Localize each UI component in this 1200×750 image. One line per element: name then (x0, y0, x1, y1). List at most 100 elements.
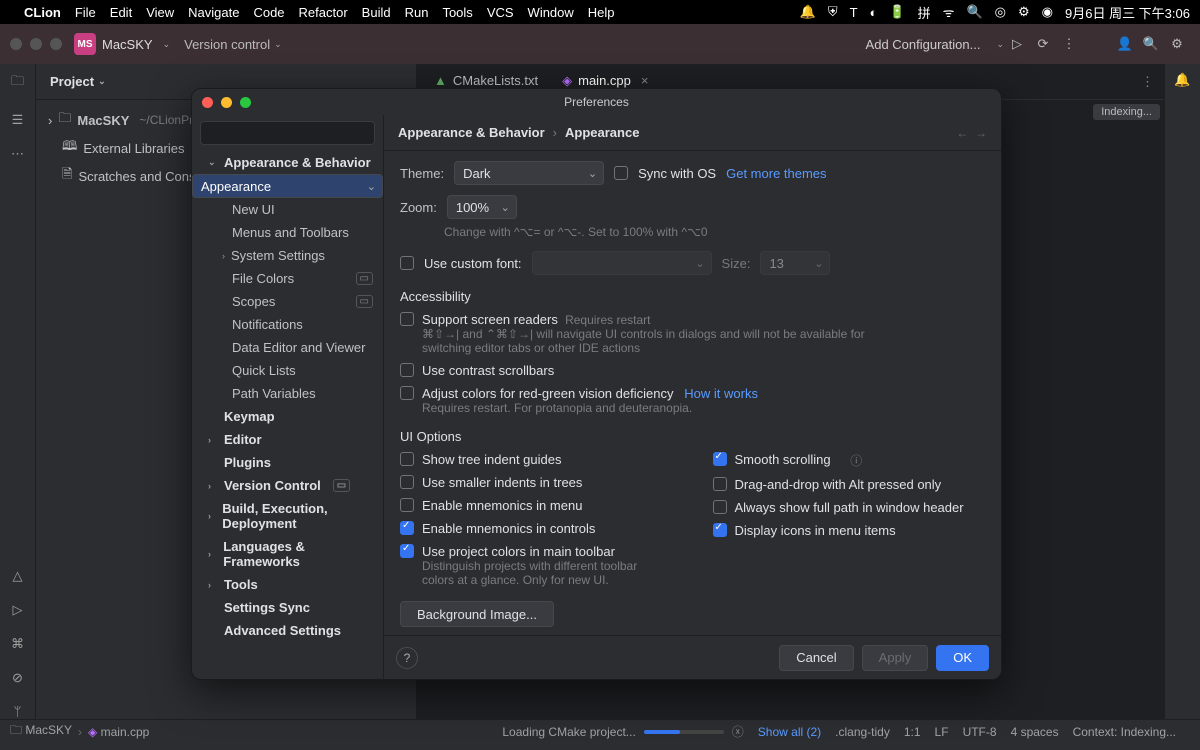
cat-editor[interactable]: ›Editor (192, 428, 383, 451)
dialog-search[interactable] (200, 121, 375, 145)
cat-languages[interactable]: ›Languages & Frameworks (192, 535, 383, 573)
menu-code[interactable]: Code (253, 5, 284, 20)
tray-input-icon[interactable]: 拼 (918, 3, 931, 22)
fullpath-checkbox[interactable] (713, 500, 727, 514)
status-context[interactable]: Context: Indexing... (1073, 725, 1176, 739)
structure-tool-icon[interactable]: ☰ (12, 112, 24, 128)
tree-guides-checkbox[interactable] (400, 452, 414, 466)
apply-button[interactable]: Apply (862, 645, 929, 671)
menubar-clock[interactable]: 9月6日 周三 下午3:06 (1065, 3, 1190, 22)
adjust-colors-checkbox[interactable] (400, 386, 414, 400)
cmake-tool-icon[interactable]: △ (13, 568, 23, 584)
custom-font-checkbox[interactable] (400, 256, 414, 270)
menubar-app[interactable]: CLion (24, 5, 61, 20)
tray-user-icon[interactable]: ◎ (995, 4, 1006, 20)
menu-window[interactable]: Window (528, 5, 574, 20)
sub-menus-toolbars[interactable]: Menus and Toolbars (192, 221, 383, 244)
project-colors-checkbox[interactable] (400, 544, 414, 558)
sub-file-colors[interactable]: File Colors▭ (192, 267, 383, 290)
custom-font-select[interactable] (532, 251, 712, 275)
sync-os-checkbox[interactable] (614, 166, 628, 180)
terminal-tool-icon[interactable]: ⌘ (11, 636, 24, 652)
tray-search-icon[interactable]: 🔍 (966, 4, 982, 20)
smaller-indents-checkbox[interactable] (400, 475, 414, 489)
cancel-button[interactable]: Cancel (779, 645, 853, 671)
project-tool-icon[interactable]: 🗀 (11, 72, 24, 94)
dialog-search-input[interactable] (200, 121, 375, 145)
titlebar-project[interactable]: MacSKY (102, 37, 153, 52)
menu-edit[interactable]: Edit (110, 5, 132, 20)
sub-appearance[interactable]: Appearance (192, 174, 383, 198)
more-icon[interactable]: ⋮ (1056, 36, 1082, 52)
cat-tools[interactable]: ›Tools (192, 573, 383, 596)
menu-vcs[interactable]: VCS (487, 5, 514, 20)
sub-new-ui[interactable]: New UI (192, 198, 383, 221)
tray-moon-icon[interactable]: ◐ (870, 5, 878, 20)
crumb-fwd-icon[interactable]: → (975, 126, 987, 140)
theme-select[interactable]: Dark (454, 161, 604, 185)
cat-settings-sync[interactable]: Settings Sync (192, 596, 383, 619)
status-cancel-icon[interactable]: ⓧ (732, 723, 744, 740)
sub-path-variables[interactable]: Path Variables (192, 382, 383, 405)
tray-battery-icon[interactable]: 🔋 (889, 4, 905, 20)
tray-siri-icon[interactable]: ◉ (1042, 4, 1053, 20)
git-tool-icon[interactable]: ᛘ (14, 704, 22, 719)
help-icon[interactable]: ? (396, 647, 418, 669)
sub-notifications[interactable]: Notifications (192, 313, 383, 336)
menu-tools[interactable]: Tools (442, 5, 472, 20)
cat-appearance-behavior[interactable]: ⌄Appearance & Behavior (192, 151, 383, 174)
menu-run[interactable]: Run (405, 5, 429, 20)
font-size-select[interactable]: 13 (760, 251, 830, 275)
status-show-all[interactable]: Show all (2) (758, 725, 821, 739)
menu-icons-checkbox[interactable] (713, 523, 727, 537)
status-encoding[interactable]: UTF-8 (963, 725, 997, 739)
mnemonics-controls-checkbox[interactable] (400, 521, 414, 535)
run-tool-icon[interactable]: ▷ (13, 602, 23, 618)
status-clang-tidy[interactable]: .clang-tidy (835, 725, 890, 739)
get-more-themes-link[interactable]: Get more themes (726, 166, 826, 181)
status-indent[interactable]: 4 spaces (1011, 725, 1059, 739)
menu-view[interactable]: View (146, 5, 174, 20)
sub-data-editor[interactable]: Data Editor and Viewer (192, 336, 383, 359)
tray-t-icon[interactable]: T (850, 5, 858, 20)
cat-build[interactable]: ›Build, Execution, Deployment (192, 497, 383, 535)
sub-system-settings[interactable]: ›System Settings (192, 244, 383, 267)
tab-more-icon[interactable]: ⋮ (1131, 74, 1164, 90)
ok-button[interactable]: OK (936, 645, 989, 671)
run-icon[interactable]: ▷ (1004, 36, 1030, 52)
account-icon[interactable]: 👤 (1112, 36, 1138, 52)
settings-icon[interactable]: ⚙ (1164, 36, 1190, 52)
tray-bell-icon[interactable]: 🔔 (800, 4, 816, 20)
cat-advanced[interactable]: Advanced Settings (192, 619, 383, 642)
close-icon[interactable]: × (641, 73, 649, 88)
breadcrumb-file[interactable]: ◈ main.cpp (88, 725, 149, 739)
menu-navigate[interactable]: Navigate (188, 5, 239, 20)
breadcrumb-project[interactable]: 🗀 MacSKY (10, 721, 72, 742)
search-everywhere-icon[interactable]: 🔍 (1138, 36, 1164, 52)
cat-keymap[interactable]: Keymap (192, 405, 383, 428)
how-it-works-link[interactable]: How it works (684, 386, 758, 401)
status-line-sep[interactable]: LF (935, 725, 949, 739)
notifications-tool-icon[interactable]: 🔔 (1174, 72, 1190, 88)
dialog-traffic-lights[interactable] (202, 97, 251, 108)
mnemonics-menu-checkbox[interactable] (400, 498, 414, 512)
add-configuration-button[interactable]: Add Configuration... (866, 37, 981, 52)
info-icon[interactable]: ⓘ (850, 452, 862, 469)
screen-readers-checkbox[interactable] (400, 312, 414, 326)
debug-icon[interactable]: ⟳ (1030, 36, 1056, 52)
project-badge[interactable]: MS (74, 33, 96, 55)
status-caret[interactable]: 1:1 (904, 725, 921, 739)
problems-tool-icon[interactable]: ⊘ (12, 670, 23, 686)
sub-scopes[interactable]: Scopes▭ (192, 290, 383, 313)
menu-refactor[interactable]: Refactor (299, 5, 348, 20)
more-tool-icon[interactable]: ⋯ (11, 146, 24, 162)
smooth-scrolling-checkbox[interactable] (713, 452, 727, 466)
titlebar-vcs[interactable]: Version control (184, 37, 270, 52)
dnd-alt-checkbox[interactable] (713, 477, 727, 491)
tray-control-icon[interactable]: ⚙ (1018, 4, 1030, 20)
window-traffic-lights[interactable] (10, 38, 62, 50)
crumb-back-icon[interactable]: ← (956, 126, 968, 140)
crumb-a[interactable]: Appearance & Behavior (398, 125, 545, 140)
zoom-select[interactable]: 100% (447, 195, 517, 219)
menu-file[interactable]: File (75, 5, 96, 20)
